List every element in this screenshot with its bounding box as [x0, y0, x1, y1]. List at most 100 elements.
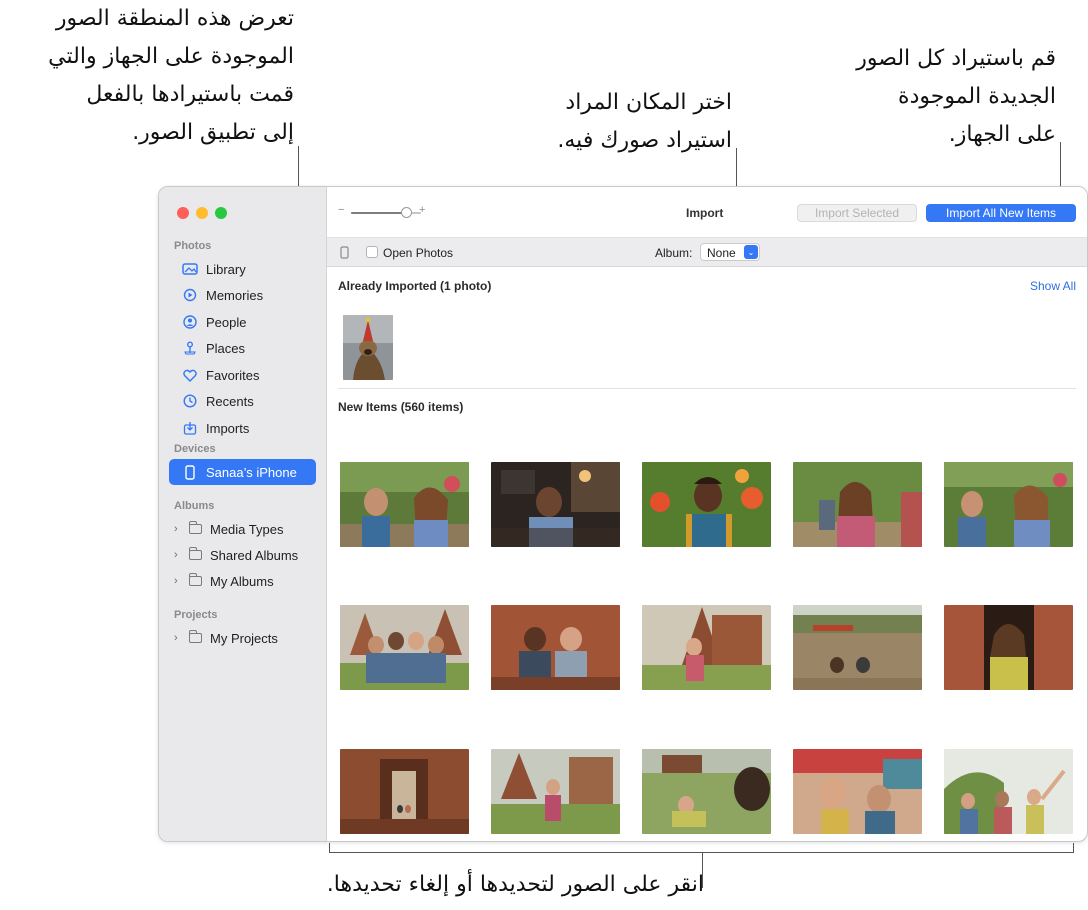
album-label: Album: [655, 246, 693, 260]
new-item-photo[interactable] [793, 462, 922, 547]
chevron-right-icon[interactable]: › [174, 632, 186, 644]
folder-icon [189, 630, 202, 643]
callout-album-choice: اختر المكان المراد استيراد صورك فيه. [557, 84, 732, 160]
sidebar-item-label: Favorites [206, 367, 260, 383]
callout-line: على الجهاز. [948, 122, 1056, 147]
sidebar-item-label: My Projects [210, 630, 278, 646]
callout-line: اختر المكان المراد [565, 90, 732, 115]
iphone-icon [182, 464, 198, 480]
sidebar-item-memories[interactable]: Memories [169, 282, 316, 308]
callout-line: قم باستيراد كل الصور [856, 46, 1056, 71]
window-title: Import [686, 206, 724, 220]
album-popup[interactable]: None ⌄ [700, 243, 760, 261]
main-content: − + Import Import Selected Import All Ne… [327, 187, 1087, 841]
clock-icon [182, 393, 198, 409]
callout-line: انقر على الصور لتحديدها أو إلغاء تحديدها… [326, 872, 704, 897]
section-divider [338, 388, 1076, 389]
new-item-photo[interactable] [793, 749, 922, 834]
already-imported-photo[interactable] [343, 315, 393, 380]
sidebar-item-label: Imports [206, 420, 250, 436]
shared-folder-icon [189, 547, 202, 560]
zoom-out-icon[interactable]: − [338, 204, 344, 216]
people-icon [182, 314, 198, 330]
already-imported-header: Already Imported (1 photo) [338, 279, 492, 293]
sidebar-item-shared-albums[interactable]: › Shared Albums [169, 542, 316, 568]
sidebar-item-label: Media Types [210, 521, 284, 537]
import-window: Photos Library Memories People Places Fa… [158, 186, 1088, 842]
sidebar-item-media-types[interactable]: › Media Types [169, 516, 316, 542]
chevron-right-icon[interactable]: › [174, 549, 186, 561]
sidebar-item-label: Recents [206, 393, 254, 409]
callout-line: قمت باستيرادها بالفعل [86, 82, 294, 107]
album-popup-value: None [707, 246, 736, 260]
open-photos-checkbox[interactable] [366, 246, 378, 258]
callout-import-all: قم باستيراد كل الصور الجديدة الموجودة عل… [856, 40, 1056, 154]
imports-icon [182, 420, 198, 436]
new-item-photo[interactable] [793, 605, 922, 690]
chevron-right-icon[interactable]: › [174, 575, 186, 587]
sidebar-item-favorites[interactable]: Favorites [169, 362, 316, 388]
sidebar-item-imports[interactable]: Imports [169, 415, 316, 441]
callout-line: الجديدة الموجودة [898, 84, 1056, 109]
show-all-link[interactable]: Show All [1030, 279, 1076, 293]
folder-icon [189, 573, 202, 586]
sidebar-item-library[interactable]: Library [169, 256, 316, 282]
sidebar-item-recents[interactable]: Recents [169, 388, 316, 414]
sidebar-section-devices: Devices [174, 443, 216, 455]
minimize-button[interactable] [196, 207, 208, 219]
memories-icon [182, 287, 198, 303]
sidebar-item-my-albums[interactable]: › My Albums [169, 568, 316, 594]
zoom-button[interactable] [215, 207, 227, 219]
sidebar-section-photos: Photos [174, 240, 212, 252]
places-icon [182, 340, 198, 356]
callout-select-photos: انقر على الصور لتحديدها أو إلغاء تحديدها… [327, 866, 704, 904]
library-icon [182, 261, 198, 277]
new-item-photo[interactable] [340, 749, 469, 834]
import-selected-button[interactable]: Import Selected [797, 204, 917, 222]
callout-line: الموجودة على الجهاز والتي [48, 44, 294, 69]
toolbar: − + Import Import Selected Import All Ne… [327, 187, 1087, 238]
chevron-down-icon[interactable]: ⌄ [744, 245, 758, 259]
bracket-line [1073, 843, 1074, 853]
sidebar: Photos Library Memories People Places Fa… [159, 187, 327, 841]
callout-already-imported: تعرض هذه المنطقة الصور الموجودة على الجه… [48, 0, 294, 152]
sidebar-item-label: Memories [206, 287, 264, 303]
sidebar-item-my-projects[interactable]: › My Projects [169, 625, 316, 651]
new-item-photo[interactable] [642, 462, 771, 547]
zoom-in-icon[interactable]: + [419, 204, 425, 216]
sidebar-item-label: Sanaa’s iPhone [206, 464, 297, 480]
chevron-right-icon[interactable]: › [174, 523, 186, 535]
sidebar-item-label: Shared Albums [210, 547, 299, 563]
import-all-new-items-button[interactable]: Import All New Items [926, 204, 1076, 222]
sidebar-item-people[interactable]: People [169, 309, 316, 335]
new-items-header: New Items (560 items) [338, 400, 464, 414]
zoom-slider[interactable] [351, 207, 421, 218]
sidebar-item-device[interactable]: Sanaa’s iPhone [169, 459, 316, 485]
zoom-slider-knob[interactable] [401, 207, 413, 218]
import-options-bar: Open Photos Album: None ⌄ [327, 238, 1087, 267]
sidebar-item-places[interactable]: Places [169, 335, 316, 361]
close-button[interactable] [177, 207, 189, 219]
new-item-photo[interactable] [340, 605, 469, 690]
sidebar-item-label: Library [206, 261, 246, 277]
callout-line: استيراد صورك فيه. [557, 128, 732, 153]
sidebar-section-projects: Projects [174, 609, 218, 621]
new-item-photo[interactable] [642, 605, 771, 690]
new-item-photo[interactable] [340, 462, 469, 547]
callout-line: تعرض هذه المنطقة الصور [55, 6, 294, 31]
sidebar-item-label: People [206, 314, 247, 330]
new-item-photo[interactable] [491, 462, 620, 547]
new-item-photo[interactable] [944, 749, 1073, 834]
leader-line [702, 852, 703, 888]
zoom-slider-fill [351, 212, 407, 214]
new-item-photo[interactable] [944, 605, 1073, 690]
new-item-photo[interactable] [491, 605, 620, 690]
folder-icon [189, 521, 202, 534]
sidebar-item-label: Places [206, 340, 246, 356]
new-item-photo[interactable] [491, 749, 620, 834]
open-photos-label: Open Photos [383, 246, 454, 260]
bracket-line [329, 843, 330, 853]
new-item-photo[interactable] [944, 462, 1073, 547]
new-item-photo[interactable] [642, 749, 771, 834]
sidebar-item-label: My Albums [210, 573, 274, 589]
